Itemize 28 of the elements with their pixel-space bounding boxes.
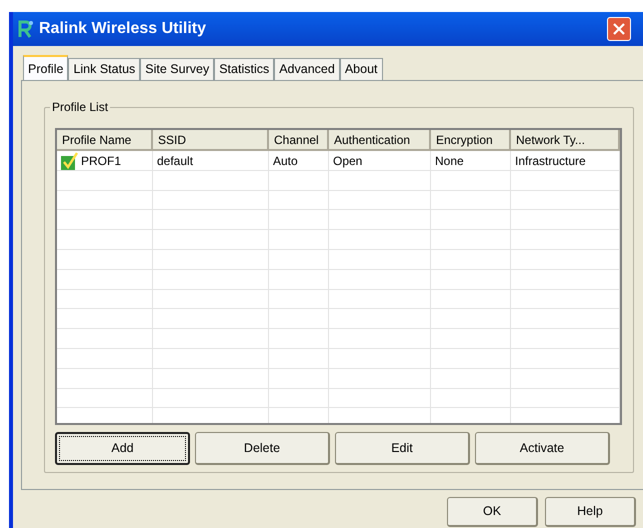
- tab[interactable]: Link Status: [68, 58, 140, 80]
- table-cell-text: default: [157, 152, 194, 170]
- column-header[interactable]: SSID: [153, 130, 269, 151]
- tab[interactable]: Statistics: [214, 58, 274, 80]
- table-cell-text: PROF1: [81, 152, 122, 170]
- column-header[interactable]: Profile Name: [57, 130, 153, 151]
- column-header[interactable]: Encryption: [431, 130, 511, 151]
- window-title: Ralink Wireless Utility: [39, 19, 206, 39]
- dialog-button[interactable]: Help: [545, 497, 636, 527]
- column-header[interactable]: Channel: [269, 130, 329, 151]
- table-cell-text: Auto: [273, 152, 298, 170]
- column-header[interactable]: Authentication: [329, 130, 431, 151]
- close-button[interactable]: [607, 17, 631, 41]
- column-header[interactable]: Network Ty...: [511, 130, 620, 151]
- action-button[interactable]: Activate: [475, 432, 610, 465]
- close-icon: [613, 23, 625, 35]
- action-button[interactable]: Delete: [195, 432, 330, 465]
- tab[interactable]: About: [340, 58, 382, 80]
- dialog-button[interactable]: OK: [447, 497, 538, 527]
- app-logo-icon: [17, 19, 35, 39]
- tab[interactable]: Advanced: [274, 58, 340, 80]
- tab[interactable]: Profile: [23, 55, 68, 81]
- action-button[interactable]: Edit: [335, 432, 470, 465]
- table-cell-text: Infrastructure: [515, 152, 586, 170]
- table-cell-text: None: [435, 152, 464, 170]
- tab[interactable]: Site Survey: [140, 58, 214, 80]
- table-cell-text: Open: [333, 152, 362, 170]
- action-button[interactable]: Add: [55, 432, 190, 465]
